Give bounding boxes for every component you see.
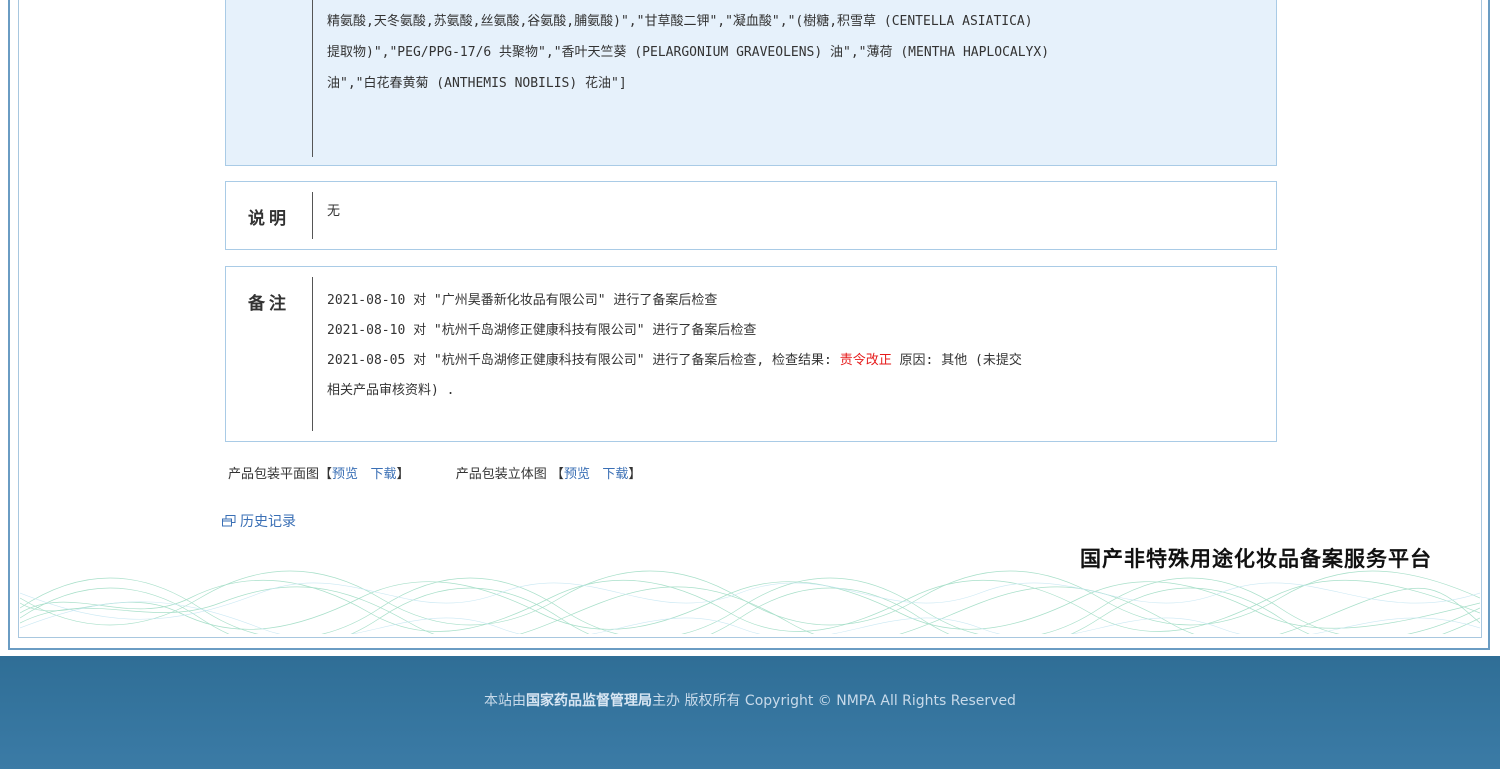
solid-download-link[interactable]: 下载	[602, 467, 628, 482]
window-icon	[222, 515, 236, 527]
inspection-result: 责令改正	[839, 353, 892, 368]
bracket-close: 】	[396, 467, 410, 482]
ingredients-content: 精氨酸,天冬氨酸,苏氨酸,丝氨酸,谷氨酸,脯氨酸)","甘草酸二钾","凝血酸"…	[313, 0, 1276, 165]
package-links: 产品包装平面图【预览 下载】 产品包装立体图 【预览 下载】	[228, 463, 641, 482]
flat-preview-link[interactable]: 预览	[332, 467, 358, 482]
footer-text: 本站由国家药品监督管理局主办 版权所有 Copyright © NMPA All…	[484, 690, 1016, 710]
notes-line: 2021-08-10 对 "广州昊番新化妆品有限公司" 进行了备案后检查	[327, 293, 718, 308]
bracket-open: 【	[319, 467, 333, 482]
footer-suffix: 主办 版权所有 Copyright © NMPA All Rights Rese…	[652, 693, 1016, 709]
bracket-close: 】	[628, 467, 642, 482]
description-box: 说明 无	[225, 181, 1277, 250]
footer-prefix: 本站由	[484, 693, 527, 709]
guilloche-wave-decoration	[20, 570, 1480, 634]
notes-line3-prefix: 2021-08-05 对 "杭州千岛湖修正健康科技有限公司" 进行了备案后检查,…	[327, 353, 840, 368]
solid-package-label: 产品包装立体图	[455, 467, 547, 482]
notes-box: 备注 2021-08-10 对 "广州昊番新化妆品有限公司" 进行了备案后检查 …	[225, 266, 1277, 442]
site-footer: 本站由国家药品监督管理局主办 版权所有 Copyright © NMPA All…	[0, 656, 1500, 769]
notes-line3-suffix: 原因: 其他 (未提交	[891, 353, 1022, 368]
ingredients-line: 油","白花春黄菊 (ANTHEMIS NOBILIS) 花油"]	[327, 76, 627, 91]
ingredients-line: 提取物)","PEG/PPG-17/6 共聚物","香叶天竺葵 (PELARGO…	[327, 45, 1050, 60]
history-link[interactable]: 历史记录	[222, 511, 296, 531]
bracket-open: 【	[550, 467, 564, 482]
notes-line: 2021-08-10 对 "杭州千岛湖修正健康科技有限公司" 进行了备案后检查	[327, 323, 757, 338]
flat-download-link[interactable]: 下载	[370, 467, 396, 482]
description-value: 无	[327, 204, 341, 219]
notes-line: 2021-08-05 对 "杭州千岛湖修正健康科技有限公司" 进行了备案后检查,…	[327, 346, 1262, 376]
flat-package-label: 产品包装平面图	[228, 467, 320, 482]
notes-line: 相关产品审核资料) .	[327, 383, 455, 398]
notes-label: 备注	[248, 294, 290, 314]
notes-content: 2021-08-10 对 "广州昊番新化妆品有限公司" 进行了备案后检查 202…	[313, 267, 1276, 441]
ingredients-box: 精氨酸,天冬氨酸,苏氨酸,丝氨酸,谷氨酸,脯氨酸)","甘草酸二钾","凝血酸"…	[225, 0, 1277, 166]
ingredients-line: 精氨酸,天冬氨酸,苏氨酸,丝氨酸,谷氨酸,脯氨酸)","甘草酸二钾","凝血酸"…	[327, 14, 1033, 29]
solid-preview-link[interactable]: 预览	[564, 467, 590, 482]
footer-org: 国家药品监督管理局	[526, 693, 653, 709]
ingredients-label	[226, 0, 312, 165]
description-label: 说明	[248, 209, 290, 229]
history-label: 历史记录	[240, 514, 296, 530]
